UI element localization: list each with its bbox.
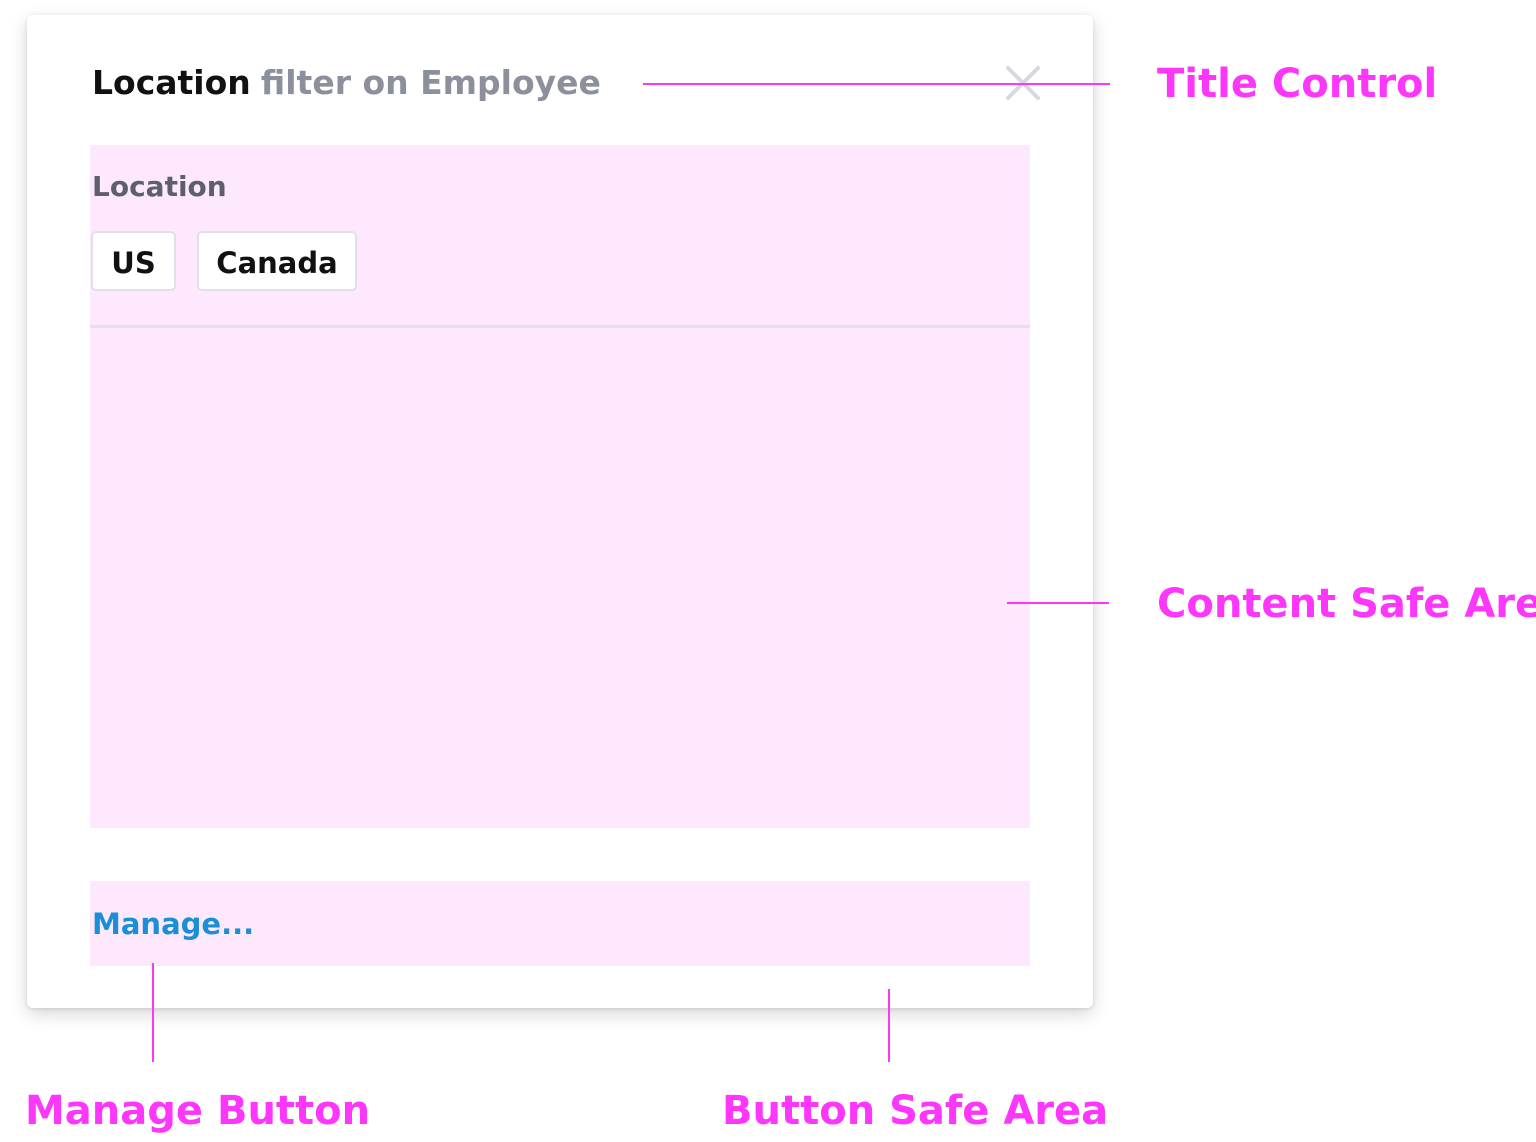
dialog-title: Location filter on Employee [92, 61, 601, 105]
manage-button-leader [152, 963, 154, 1062]
button-safe-callout: Button Safe Area [722, 1088, 1109, 1134]
title-control-callout: Title Control [1157, 61, 1438, 107]
manage-button[interactable]: Manage... [92, 903, 254, 945]
filter-dialog: Location filter on Employee Location US C… [27, 15, 1093, 1008]
annotated-mockup: Location filter on Employee Location US C… [0, 0, 1536, 1142]
manage-button-callout: Manage Button [25, 1088, 371, 1134]
title-main: Location [92, 63, 251, 102]
content-safe-leader [1007, 602, 1109, 604]
button-safe-area: Manage... [90, 881, 1030, 966]
chip-us[interactable]: US [91, 231, 176, 291]
field-label: Location [92, 170, 227, 203]
divider [90, 325, 1030, 328]
chip-canada[interactable]: Canada [197, 231, 357, 291]
content-safe-callout: Content Safe Area [1157, 581, 1536, 627]
button-safe-leader [888, 989, 890, 1062]
title-subtitle: filter on Employee [260, 63, 601, 102]
title-control-leader [643, 83, 1110, 85]
content-safe-area: Location US Canada [90, 145, 1030, 828]
